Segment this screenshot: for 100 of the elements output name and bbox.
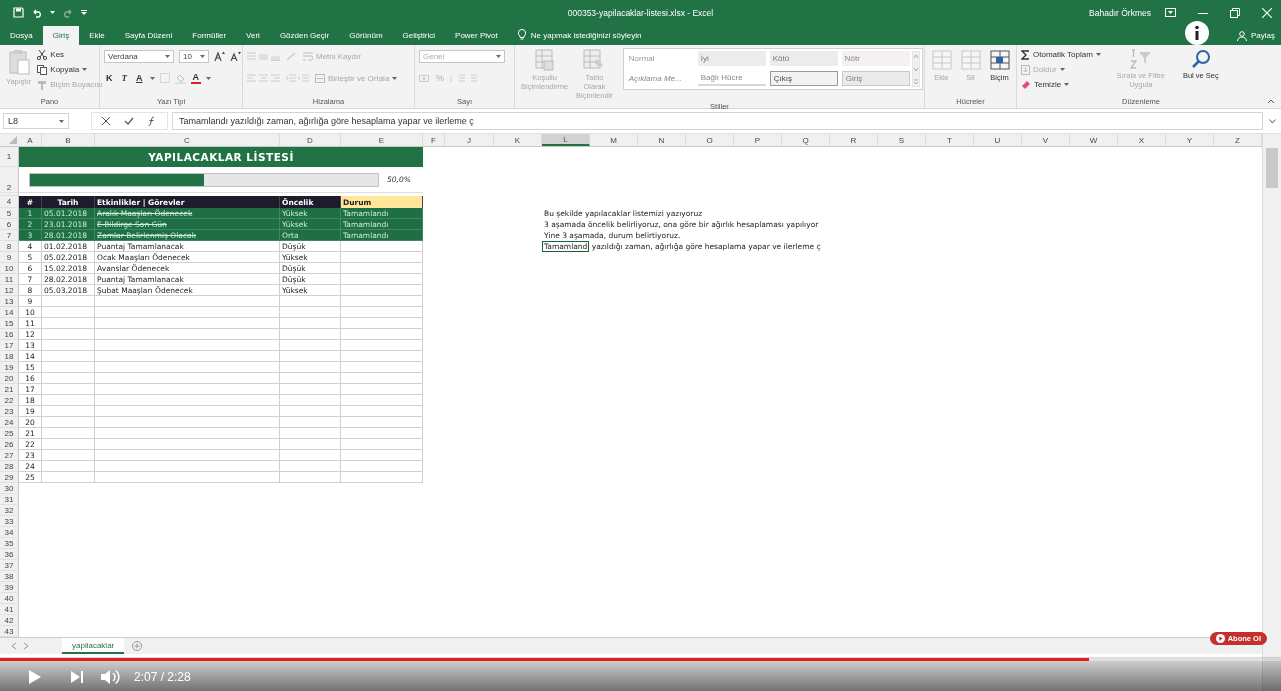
column-header[interactable]: U xyxy=(974,134,1022,146)
row-header[interactable]: 1 xyxy=(0,147,19,167)
column-header[interactable]: P xyxy=(734,134,782,146)
row-header[interactable]: 34 xyxy=(0,527,19,538)
expand-icon[interactable] xyxy=(1269,118,1276,124)
row-header[interactable]: 4 xyxy=(0,196,19,208)
row-header[interactable]: 28 xyxy=(0,461,19,472)
row-header[interactable]: 38 xyxy=(0,571,19,582)
ribbon-tab[interactable]: Ekle xyxy=(79,26,115,45)
share-button[interactable]: Paylaş xyxy=(1237,26,1275,45)
row-header[interactable]: 26 xyxy=(0,439,19,450)
column-header[interactable]: Q xyxy=(782,134,830,146)
column-header[interactable]: N xyxy=(638,134,686,146)
sheet-tab[interactable]: yapilacaklar xyxy=(62,638,125,654)
ribbon-tab[interactable]: Formüller xyxy=(182,26,237,45)
check-icon[interactable] xyxy=(124,117,134,125)
row-header[interactable]: 18 xyxy=(0,351,19,362)
row-header[interactable]: 24 xyxy=(0,417,19,428)
row-header[interactable]: 29 xyxy=(0,472,19,483)
column-header[interactable]: O xyxy=(686,134,734,146)
function-icon[interactable] xyxy=(148,116,157,126)
next-icon[interactable] xyxy=(70,670,84,684)
column-header[interactable]: F xyxy=(423,134,445,146)
restore-icon[interactable] xyxy=(1230,7,1240,18)
column-header[interactable]: L xyxy=(542,134,590,146)
collapse-ribbon-icon[interactable] xyxy=(1267,99,1275,104)
cell-style[interactable]: Bağlı Hücre xyxy=(697,70,766,86)
font-shrink-icon[interactable] xyxy=(230,51,241,61)
row-header[interactable]: 36 xyxy=(0,549,19,560)
bold-button[interactable]: K xyxy=(104,73,115,83)
row-header[interactable]: 10 xyxy=(0,263,19,274)
row-header[interactable]: 32 xyxy=(0,505,19,516)
column-header[interactable]: T xyxy=(926,134,974,146)
cell-style[interactable]: Çıkış xyxy=(769,70,838,86)
volume-icon[interactable] xyxy=(100,669,120,685)
formula-field[interactable]: Tamamlandı yazıldığı zaman, ağırlığa göre hesaplama yapar ve ilerleme ç xyxy=(172,112,1263,130)
cell-style[interactable]: İyi xyxy=(697,51,766,66)
ribbon-tab[interactable]: Sayfa Düzeni xyxy=(114,26,183,45)
copy-button[interactable]: Kopyala xyxy=(37,63,103,76)
ribbon-tab[interactable]: Geliştirici xyxy=(392,26,446,45)
column-header[interactable]: X xyxy=(1118,134,1166,146)
row-header[interactable]: 13 xyxy=(0,296,19,307)
cut-button[interactable]: Kes xyxy=(37,48,103,61)
row-header[interactable]: 2 xyxy=(0,167,19,193)
row-header[interactable]: 37 xyxy=(0,560,19,571)
customize-icon[interactable] xyxy=(81,9,87,16)
font-color-button[interactable]: A xyxy=(190,72,201,84)
column-header[interactable]: S xyxy=(878,134,926,146)
row-header[interactable]: 25 xyxy=(0,428,19,439)
ribbon-display-icon[interactable] xyxy=(1165,8,1176,17)
font-family-field[interactable]: Verdana xyxy=(104,49,174,63)
ribbon-tab[interactable]: Veri xyxy=(236,26,270,45)
user-name[interactable]: Bahadır Örkmes xyxy=(1089,7,1151,18)
row-header[interactable]: 22 xyxy=(0,395,19,406)
column-header[interactable]: R xyxy=(830,134,878,146)
cell-style[interactable]: Açıklama Me... xyxy=(625,70,694,86)
row-header[interactable]: 6 xyxy=(0,219,19,230)
row-header[interactable]: 8 xyxy=(0,241,19,252)
column-header[interactable]: J xyxy=(445,134,494,146)
cell-style[interactable]: Kötü xyxy=(769,51,838,66)
close-icon[interactable] xyxy=(1262,7,1272,18)
autosum-button[interactable]: Otomatik Toplam xyxy=(1021,48,1101,61)
ribbon-tab[interactable]: Görünüm xyxy=(339,26,393,45)
name-box[interactable]: L8 xyxy=(3,113,69,129)
row-header[interactable]: 9 xyxy=(0,252,19,263)
row-header[interactable]: 7 xyxy=(0,230,19,241)
row-header[interactable]: 27 xyxy=(0,450,19,461)
ribbon-tab[interactable]: Power Pivot xyxy=(445,26,508,45)
column-header[interactable]: Y xyxy=(1166,134,1214,146)
column-header[interactable]: D xyxy=(280,134,341,146)
row-header[interactable]: 15 xyxy=(0,318,19,329)
font-grow-icon[interactable] xyxy=(214,51,225,61)
tell-me-search[interactable]: Ne yapmak istediğinizi söyleyin xyxy=(530,26,642,45)
save-icon[interactable] xyxy=(13,7,24,18)
info-icon[interactable] xyxy=(1185,21,1209,45)
row-header[interactable]: 14 xyxy=(0,307,19,318)
ribbon-tab[interactable]: Gözden Geçir xyxy=(269,26,340,45)
column-header[interactable]: C xyxy=(95,134,280,146)
row-header[interactable]: 5 xyxy=(0,208,19,219)
row-header[interactable]: 35 xyxy=(0,538,19,549)
cell-styles-gallery[interactable]: Normal İyi Kötü Nötr Açıklama Me... Bağlı Hücre Çıkış Giriş xyxy=(622,48,923,90)
clear-button[interactable]: Temizle xyxy=(1021,78,1101,91)
row-header[interactable]: 43 xyxy=(0,626,19,637)
underline-button[interactable]: A xyxy=(134,73,145,83)
ribbon-tab[interactable]: Giriş xyxy=(42,26,80,45)
row-header[interactable]: 42 xyxy=(0,615,19,626)
row-header[interactable]: 30 xyxy=(0,483,19,494)
font-size-field[interactable]: 10 xyxy=(179,49,209,63)
column-header[interactable]: W xyxy=(1070,134,1118,146)
row-header[interactable]: 17 xyxy=(0,340,19,351)
row-header[interactable]: 33 xyxy=(0,516,19,527)
row-header[interactable]: 23 xyxy=(0,406,19,417)
row-header[interactable]: 41 xyxy=(0,604,19,615)
play-icon[interactable] xyxy=(28,669,42,685)
column-header[interactable]: M xyxy=(590,134,638,146)
row-header[interactable]: 39 xyxy=(0,582,19,593)
undo-icon[interactable] xyxy=(31,7,43,18)
vertical-scrollbar[interactable] xyxy=(1262,134,1281,691)
row-header[interactable]: 16 xyxy=(0,329,19,340)
row-header[interactable]: 20 xyxy=(0,373,19,384)
